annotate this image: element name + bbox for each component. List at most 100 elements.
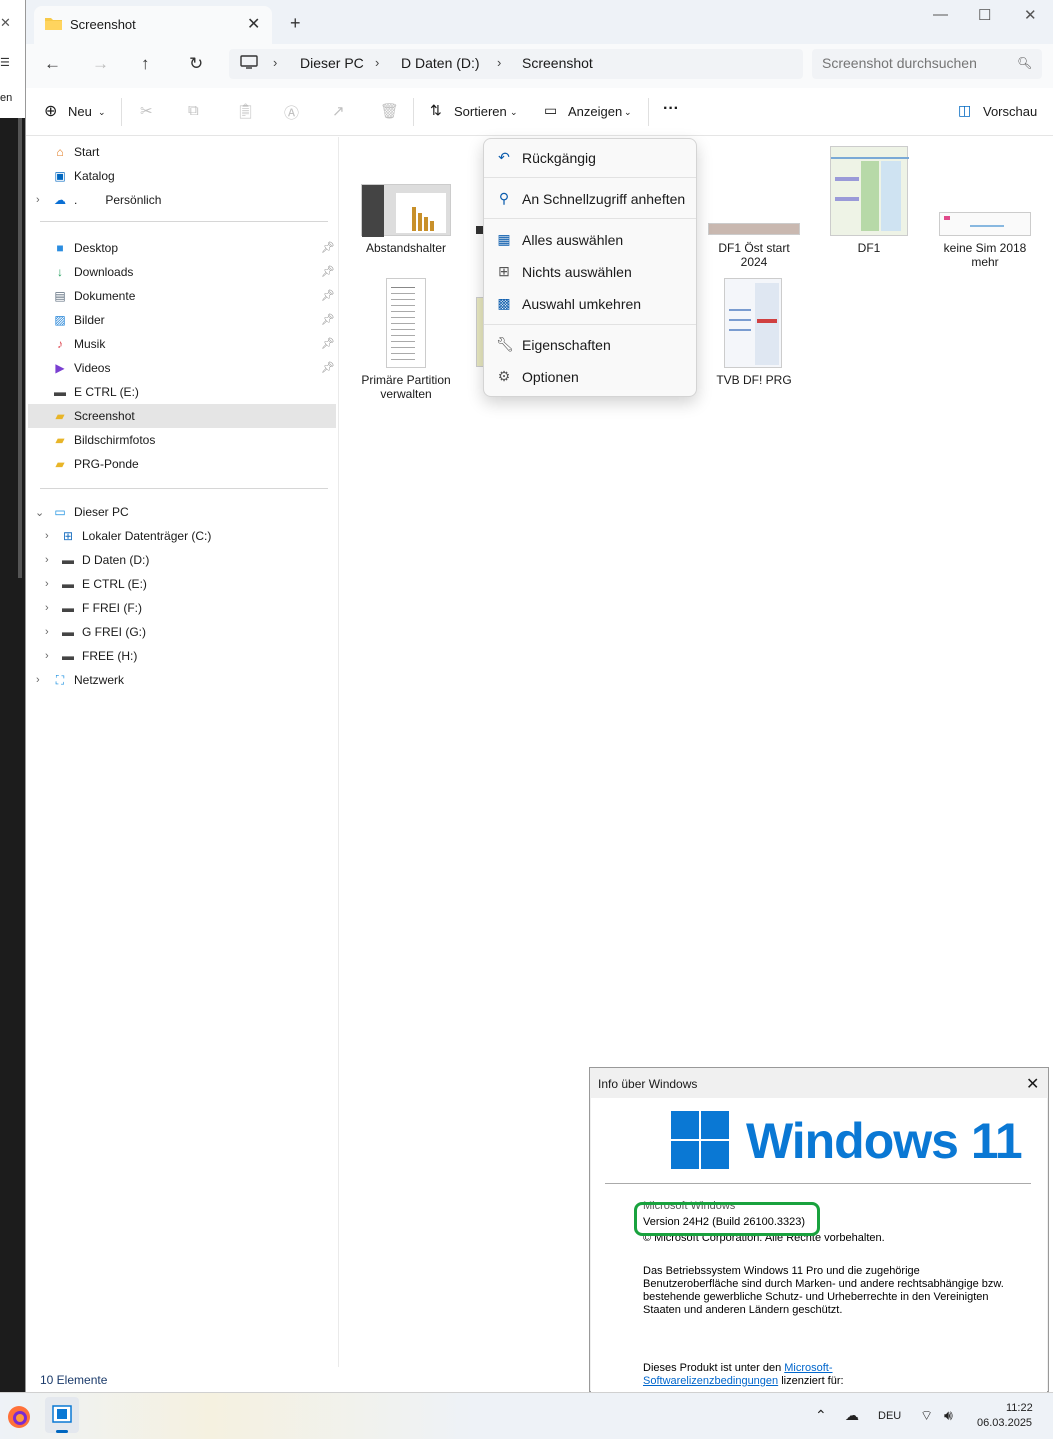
cloud-sync-icon[interactable]: ☁ — [845, 1407, 859, 1424]
pin-icon[interactable]: 📌︎ — [321, 265, 335, 278]
maximize-button[interactable]: ☐ — [978, 6, 991, 24]
dialog-close-button[interactable]: ✕ — [1026, 1074, 1039, 1094]
sidebar-item-drive-h[interactable]: ▬ FREE (H:) — [60, 644, 137, 668]
pin-icon[interactable]: 📌︎ — [321, 313, 335, 326]
license-prefix: Dieses Produkt ist unter den — [643, 1362, 782, 1374]
sidebar-item-bilder[interactable]: ▨ Bilder — [52, 308, 104, 332]
pin-icon[interactable]: 📌︎ — [321, 361, 335, 374]
file-explorer-taskbar-button[interactable] — [45, 1397, 79, 1433]
sidebar-item-drive-g[interactable]: ▬ G FREI (G:) — [60, 620, 146, 644]
language-indicator[interactable]: DEU — [878, 1410, 901, 1422]
firefox-icon[interactable] — [7, 1405, 31, 1429]
computer-icon — [240, 55, 258, 69]
menu-item-properties[interactable]: 🔧︎ Eigenschaften — [490, 331, 690, 359]
sidebar-item-musik[interactable]: ♪ Musik — [52, 332, 105, 356]
preview-button[interactable]: Vorschau — [983, 104, 1037, 119]
sidebar-item-label: Desktop — [74, 241, 119, 255]
sidebar-item-dokumente[interactable]: ▤ Dokumente — [52, 284, 135, 308]
clock-date[interactable]: 06.03.2025 — [977, 1417, 1032, 1429]
breadcrumb-screenshot[interactable]: Screenshot — [522, 55, 593, 71]
breadcrumb-dieser-pc[interactable]: Dieser PC — [300, 55, 364, 71]
expand-chevron-icon[interactable]: › — [45, 554, 49, 566]
license-link[interactable]: Softwarelizenzbedingungen — [643, 1375, 778, 1387]
menu-item-undo[interactable]: ↶ Rückgängig — [490, 144, 690, 172]
license-link[interactable]: Microsoft- — [784, 1362, 832, 1374]
sidebar-item-label: Dieser PC — [74, 505, 129, 519]
sidebar-item-desktop[interactable]: ■ Desktop — [52, 236, 118, 260]
view-button[interactable]: Anzeigen — [568, 104, 622, 119]
legal-text-line: Staaten und anderen Ländern geschützt. — [643, 1304, 843, 1316]
sidebar-item-drive-f[interactable]: ▬ F FREI (F:) — [60, 596, 142, 620]
sidebar-item-screenshot[interactable]: ▰ Screenshot — [28, 404, 336, 428]
up-button[interactable]: ↑ — [141, 54, 150, 74]
sidebar-item-downloads[interactable]: ↓ Downloads — [52, 260, 133, 284]
volume-icon[interactable]: 🔊︎ — [944, 1407, 953, 1424]
pin-icon[interactable]: 📌︎ — [321, 337, 335, 350]
file-name: Primäre Partition verwalten — [361, 373, 451, 401]
refresh-button[interactable]: ↻ — [189, 54, 203, 74]
address-bar[interactable]: › Dieser PC › D Daten (D:) › Screenshot — [229, 49, 803, 79]
share-icon[interactable]: ↗ — [332, 102, 345, 120]
tab-close-icon[interactable]: ✕ — [247, 14, 260, 34]
expand-chevron-icon[interactable]: › — [45, 602, 49, 614]
collapse-chevron-icon[interactable]: ⌄ — [35, 506, 44, 519]
breadcrumb-d-daten[interactable]: D Daten (D:) — [401, 55, 480, 71]
menu-item-label: Nichts auswählen — [522, 264, 632, 280]
select-none-icon: ⊞ — [498, 263, 510, 279]
rename-icon[interactable]: Ⓐ — [284, 102, 299, 123]
back-button[interactable]: ← — [44, 54, 61, 74]
menu-item-invert-selection[interactable]: ▩ Auswahl umkehren — [490, 290, 690, 318]
expand-chevron-icon[interactable]: › — [45, 626, 49, 638]
delete-icon[interactable]: 🗑︎ — [380, 102, 399, 120]
sidebar-item-start[interactable]: ⌂ Start — [52, 140, 99, 164]
desktop-icon: ■ — [56, 241, 64, 255]
sidebar-item-onedrive[interactable]: ☁ . Persönlich — [52, 188, 161, 212]
sidebar-item-drive-e[interactable]: ▬ E CTRL (E:) — [60, 572, 147, 596]
menu-item-options[interactable]: ⚙ Optionen — [490, 363, 690, 391]
copy-icon[interactable]: ⧉ — [188, 102, 199, 119]
expand-chevron-icon[interactable]: › — [45, 530, 49, 542]
new-button[interactable]: Neu — [68, 104, 92, 119]
sidebar-item-label: Musik — [74, 337, 106, 351]
sidebar-item-dieser-pc[interactable]: ▭ Dieser PC — [52, 500, 129, 524]
select-all-icon: ▦ — [497, 231, 511, 247]
forward-button[interactable]: → — [92, 54, 109, 74]
sidebar-item-label: E CTRL (E:) — [74, 385, 139, 399]
background-scrollbar[interactable] — [18, 118, 22, 578]
close-icon[interactable]: ✕ — [0, 15, 11, 31]
wifi-icon[interactable]: ⌔ — [920, 1407, 933, 1425]
more-options-button[interactable]: ··· — [663, 100, 679, 118]
close-window-button[interactable]: ✕ — [1024, 6, 1037, 24]
pin-icon[interactable]: 📌︎ — [321, 289, 335, 302]
expand-chevron-icon[interactable]: › — [36, 194, 40, 206]
chevron-down-icon: ⌄ — [624, 107, 632, 117]
sidebar-item-katalog[interactable]: ▣ Katalog — [52, 164, 114, 188]
chevron-up-icon[interactable]: ⌃ — [815, 1407, 827, 1424]
menu-icon[interactable]: ☰ — [0, 56, 10, 69]
expand-chevron-icon[interactable]: › — [45, 578, 49, 590]
sidebar-item-videos[interactable]: ▶ Videos — [52, 356, 110, 380]
menu-item-pin-quick-access[interactable]: ⚲ An Schnellzugriff anheften — [490, 185, 690, 213]
sidebar-item-e-ctrl[interactable]: ▬ E CTRL (E:) — [52, 380, 139, 404]
menu-item-select-none[interactable]: ⊞ Nichts auswählen — [490, 258, 690, 286]
expand-chevron-icon[interactable]: › — [45, 650, 49, 662]
cut-icon[interactable]: ✂ — [140, 102, 153, 120]
sort-button[interactable]: Sortieren — [454, 104, 507, 119]
sidebar-item-prg-ponde[interactable]: ▰ PRG-Ponde — [52, 452, 138, 476]
search-input[interactable] — [822, 55, 1012, 71]
sidebar-item-bildschirmfotos[interactable]: ▰ Bildschirmfotos — [52, 428, 155, 452]
dialog-body: Windows 11 Microsoft Windows Version 24H… — [591, 1098, 1047, 1392]
sidebar-item-drive-c[interactable]: ⊞ Lokaler Datenträger (C:) — [60, 524, 211, 548]
sidebar-item-netzwerk[interactable]: ⛶ Netzwerk — [52, 668, 124, 692]
pin-icon[interactable]: 📌︎ — [321, 241, 335, 254]
minimize-button[interactable]: — — [933, 6, 948, 23]
sidebar-item-drive-d[interactable]: ▬ D Daten (D:) — [60, 548, 149, 572]
file-name: TVB DF! PRG — [716, 373, 792, 387]
expand-chevron-icon[interactable]: › — [36, 674, 40, 686]
clock-time[interactable]: 11:22 — [1006, 1402, 1033, 1414]
tab-screenshot[interactable]: Screenshot ✕ — [34, 6, 272, 44]
paste-icon[interactable]: 📋︎ — [236, 102, 255, 120]
new-tab-button[interactable]: + — [290, 13, 301, 34]
chevron-down-icon: ⌄ — [510, 107, 518, 117]
menu-item-select-all[interactable]: ▦ Alles auswählen — [490, 226, 690, 254]
